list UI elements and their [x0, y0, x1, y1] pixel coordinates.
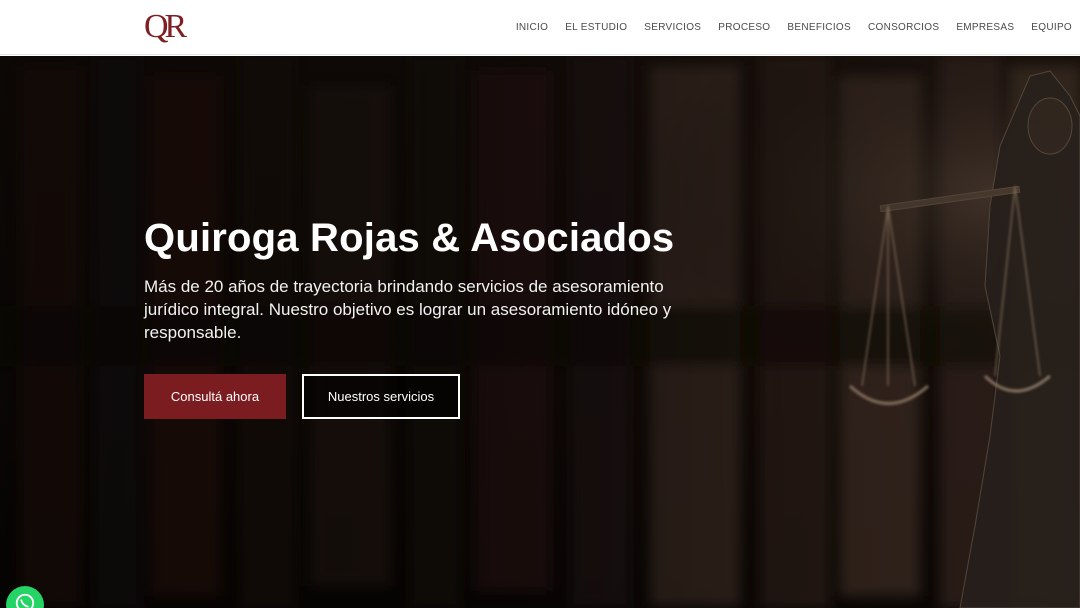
site-header: QR INICIO EL ESTUDIO SERVICIOS PROCESO B… — [0, 0, 1080, 55]
hero-description: Más de 20 años de trayectoria brindando … — [144, 277, 672, 342]
nav-item-empresas[interactable]: EMPRESAS — [956, 22, 1014, 33]
nav-item-el-estudio[interactable]: EL ESTUDIO — [565, 22, 627, 33]
hero-section: Quiroga Rojas & Asociados Más de 20 años… — [0, 56, 1080, 608]
main-nav: INICIO EL ESTUDIO SERVICIOS PROCESO BENE… — [516, 0, 1072, 55]
logo-text: QR — [144, 8, 187, 45]
nav-item-inicio[interactable]: INICIO — [516, 22, 548, 33]
logo[interactable]: QR — [144, 9, 194, 45]
nav-item-consorcios[interactable]: CONSORCIOS — [868, 22, 939, 33]
consulta-ahora-button[interactable]: Consultá ahora — [144, 374, 286, 419]
nav-item-proceso[interactable]: PROCESO — [718, 22, 770, 33]
hero-title: Quiroga Rojas & Asociados — [144, 216, 675, 260]
nav-item-equipo[interactable]: EQUIPO — [1031, 22, 1072, 33]
nuestros-servicios-button[interactable]: Nuestros servicios — [302, 374, 460, 419]
nav-item-servicios[interactable]: SERVICIOS — [644, 22, 701, 33]
nav-item-beneficios[interactable]: BENEFICIOS — [787, 22, 851, 33]
whatsapp-icon — [15, 593, 35, 608]
